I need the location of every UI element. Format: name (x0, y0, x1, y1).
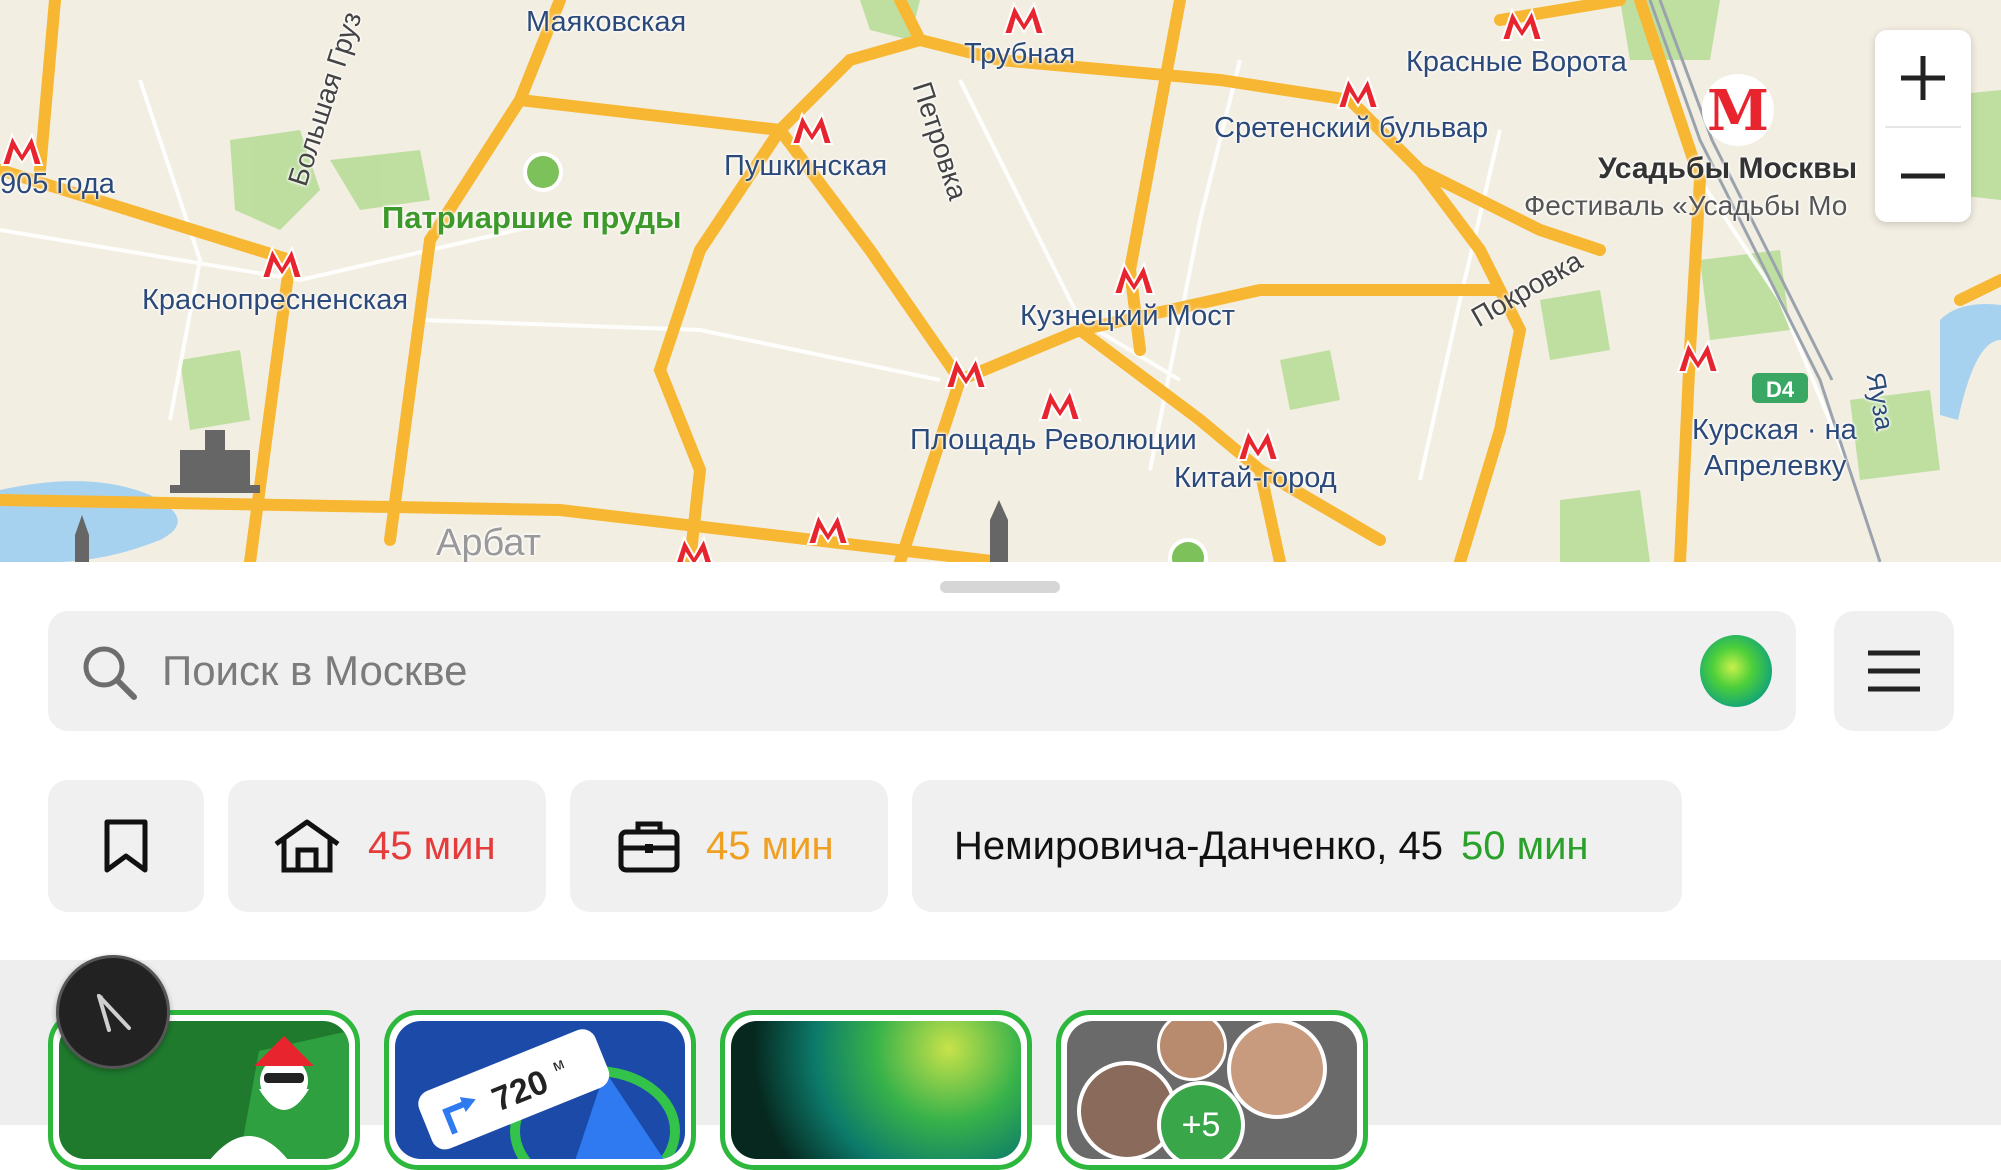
work-route-button[interactable]: 45 мин (570, 780, 888, 912)
search-icon (83, 646, 137, 700)
compass-button[interactable] (56, 955, 170, 1069)
home-route-time: 45 мин (368, 823, 496, 868)
map-label-kitay-gorod[interactable]: Китай-город (1174, 462, 1337, 495)
metro-icon[interactable] (1236, 428, 1280, 462)
bookmarks-button[interactable] (48, 780, 204, 912)
metro-icon[interactable] (260, 246, 304, 280)
story-card-navigator[interactable]: 720 м (384, 1010, 696, 1170)
map-label-kurskaya-2[interactable]: Апрелевку (1704, 450, 1846, 483)
home-route-button[interactable]: 45 мин (228, 780, 546, 912)
metro-icon[interactable] (790, 112, 834, 146)
map-label-pushkinskaya[interactable]: Пушкинская (724, 150, 887, 183)
metro-icon[interactable] (1038, 388, 1082, 422)
map-view[interactable]: М D4 Маяковская Трубная Красные Ворота 9… (0, 0, 2001, 562)
map-label-mayakovskaya[interactable]: Маяковская (526, 6, 686, 39)
favorite-route-button[interactable]: Немировича-Данченко, 45 50 мин (912, 780, 1682, 912)
compass-icon (97, 994, 131, 1032)
map-label-patriarshie[interactable]: Патриаршие пруды (382, 200, 682, 236)
search-input[interactable]: Поиск в Москве (162, 647, 467, 695)
story-card-friends[interactable]: +5 (1056, 1010, 1368, 1170)
minus-icon (1901, 173, 1945, 179)
briefcase-icon (618, 821, 680, 873)
zoom-out-button[interactable] (1875, 128, 1971, 224)
metro-icon[interactable] (0, 133, 44, 167)
search-bar[interactable]: Поиск в Москве (48, 611, 1796, 731)
metro-icon[interactable] (1500, 8, 1544, 42)
favorite-route-time: 50 мин (1460, 823, 1589, 868)
home-icon (274, 819, 340, 873)
zoom-in-button[interactable] (1875, 30, 1971, 126)
alice-icon[interactable] (1700, 635, 1772, 707)
plus-icon (1901, 56, 1945, 100)
metro-icon[interactable] (1336, 76, 1380, 110)
sheet-grabber[interactable] (940, 581, 1060, 593)
metro-icon[interactable] (1002, 2, 1046, 36)
map-label-krasnopresnenskaya[interactable]: Краснопресненская (142, 284, 408, 317)
map-label-trubnaya[interactable]: Трубная (964, 38, 1075, 71)
work-route-time: 45 мин (706, 823, 834, 868)
map-label-sretensky[interactable]: Сретенский бульвар (1214, 112, 1488, 145)
menu-button[interactable] (1834, 611, 1954, 731)
map-label-ploshchad[interactable]: Площадь Революции (910, 424, 1197, 457)
map-label-usadby-title[interactable]: Усадьбы Москвы (1598, 152, 1857, 186)
metro-icon[interactable] (806, 512, 850, 546)
map-label-kuznetsky[interactable]: Кузнецкий Мост (1020, 300, 1235, 333)
svg-text:D4: D4 (1766, 377, 1795, 402)
svg-text:М: М (1707, 78, 1769, 144)
map-label-arbat: Арбат (436, 522, 542, 562)
map-label-usadby-sub[interactable]: Фестиваль «Усадьбы Мо (1524, 190, 1847, 222)
zoom-controls (1875, 30, 1971, 222)
metro-icon[interactable] (672, 536, 716, 562)
metro-icon[interactable] (944, 356, 988, 390)
metro-icon[interactable] (1676, 340, 1720, 374)
story-card-alice[interactable] (720, 1010, 1032, 1170)
metro-icon[interactable] (1112, 262, 1156, 296)
hamburger-icon (1868, 650, 1920, 692)
avatar (1157, 1021, 1227, 1081)
navigator-icon: 720 м (418, 1029, 680, 1159)
avatar (1227, 1021, 1327, 1119)
bottom-sheet: Поиск в Москве 45 мин 45 мин Немировича-… (0, 562, 2001, 1170)
map-label-1905[interactable]: 905 года (0, 168, 115, 201)
bookmark-icon (104, 819, 148, 873)
favorite-address: Немировича-Данченко, 45 (954, 823, 1443, 868)
map-base: М D4 (0, 0, 2001, 562)
friends-count-badge: +5 (1157, 1081, 1245, 1159)
map-label-kurskaya-1[interactable]: Курская · на (1692, 414, 1857, 447)
map-label-krasnye-vorota[interactable]: Красные Ворота (1406, 46, 1627, 79)
